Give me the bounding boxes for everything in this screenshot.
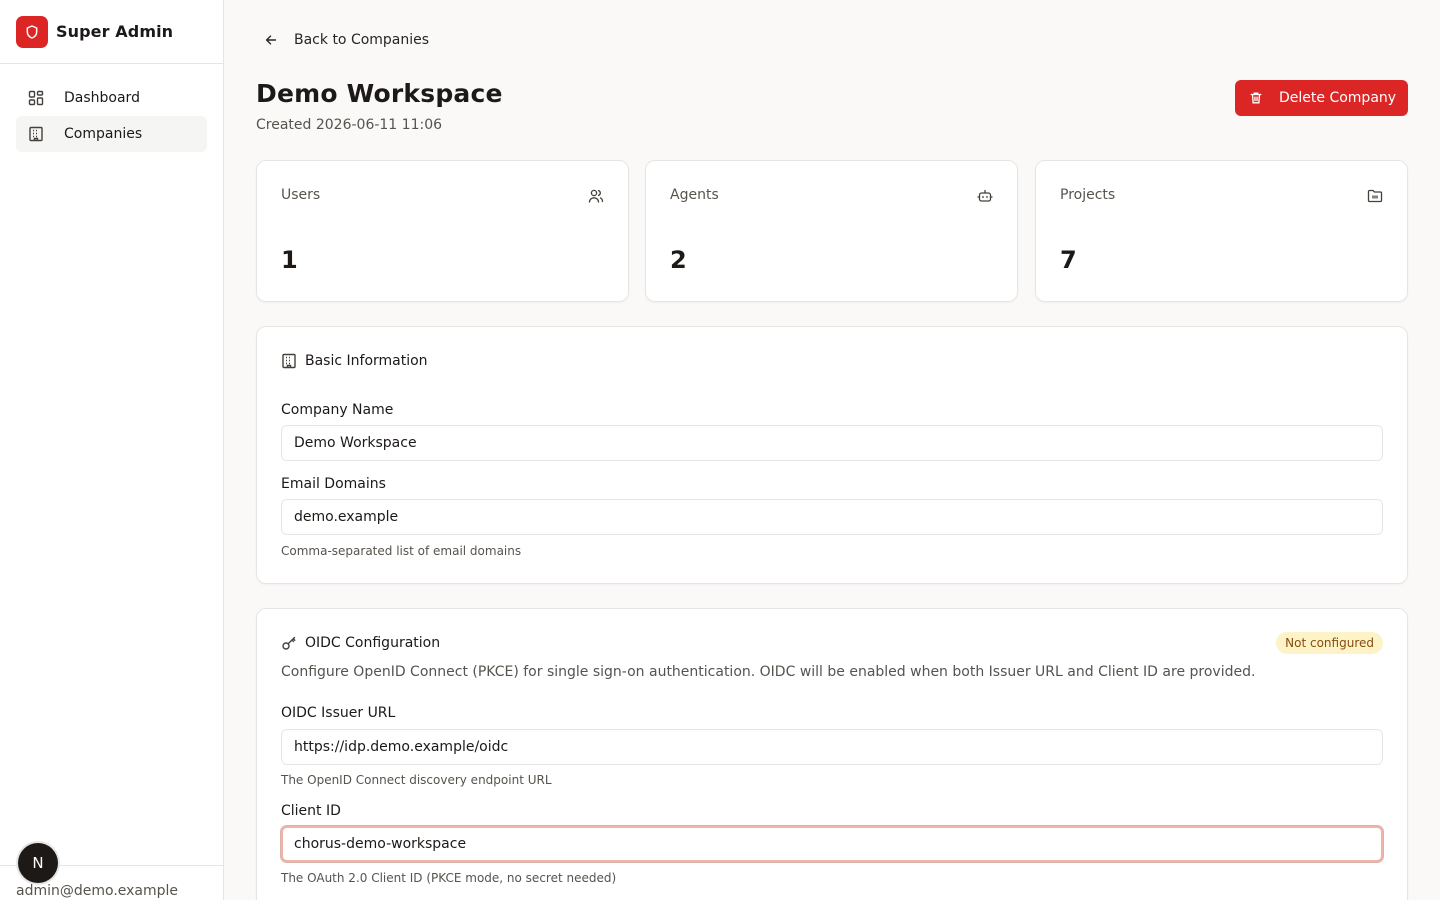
folder-icon bbox=[1367, 188, 1383, 204]
back-link-label: Back to Companies bbox=[294, 32, 430, 48]
client-id-input[interactable] bbox=[281, 826, 1383, 862]
oidc-issuer-label: OIDC Issuer URL bbox=[281, 705, 396, 721]
dashboard-grid-icon bbox=[28, 90, 44, 106]
sidebar-item-companies[interactable]: Companies bbox=[16, 116, 207, 152]
users-icon bbox=[588, 188, 604, 204]
arrow-left-icon bbox=[265, 35, 277, 45]
status-badge: Not configured bbox=[1276, 632, 1383, 654]
shield-icon bbox=[16, 15, 48, 48]
basic-information-card: Basic Information Company Name Email Dom… bbox=[256, 326, 1408, 584]
oidc-issuer-hint: The OpenID Connect discovery endpoint UR… bbox=[281, 773, 552, 787]
building-icon bbox=[282, 353, 296, 369]
bot-icon bbox=[977, 188, 993, 204]
app-title: Super Admin bbox=[56, 22, 174, 41]
created-timestamp: Created 2026-06-11 11:06 bbox=[256, 117, 443, 133]
client-id-hint: The OAuth 2.0 Client ID (PKCE mode, no s… bbox=[281, 871, 617, 885]
stat-value: 2 bbox=[670, 246, 687, 274]
main-content: Back to Companies Demo Workspace Created… bbox=[224, 0, 1440, 900]
key-icon bbox=[282, 636, 296, 650]
section-title: Basic Information bbox=[305, 353, 428, 369]
stat-card-agents: Agents 2 bbox=[645, 160, 1018, 302]
trash-icon bbox=[1250, 92, 1262, 104]
stat-card-projects: Projects 7 bbox=[1035, 160, 1408, 302]
oidc-description: Configure OpenID Connect (PKCE) for sing… bbox=[281, 664, 1256, 680]
sidebar-nav: Dashboard Companies bbox=[0, 64, 223, 152]
stat-card-users: Users 1 bbox=[256, 160, 629, 302]
stat-label: Agents bbox=[670, 187, 719, 203]
stat-value: 7 bbox=[1060, 246, 1077, 274]
email-domains-hint: Comma-separated list of email domains bbox=[281, 544, 522, 558]
oidc-issuer-input[interactable] bbox=[281, 729, 1383, 765]
brand: Super Admin bbox=[0, 0, 223, 64]
delete-company-button[interactable]: Delete Company bbox=[1235, 80, 1408, 116]
sidebar-item-dashboard[interactable]: Dashboard bbox=[16, 80, 207, 116]
avatar[interactable]: N bbox=[18, 843, 58, 883]
building-icon bbox=[28, 126, 44, 142]
sidebar-item-label: Dashboard bbox=[64, 90, 140, 106]
stat-value: 1 bbox=[281, 246, 298, 274]
sidebar: Super Admin Dashboard Companies N admin@… bbox=[0, 0, 224, 900]
user-email: admin@demo.example bbox=[16, 883, 179, 899]
back-to-companies-link[interactable]: Back to Companies bbox=[264, 30, 429, 50]
email-domains-input[interactable] bbox=[281, 499, 1383, 535]
company-name-label: Company Name bbox=[281, 402, 394, 418]
oidc-configuration-card: OIDC Configuration Not configured Config… bbox=[256, 608, 1408, 900]
page-title: Demo Workspace bbox=[256, 79, 503, 108]
stat-label: Users bbox=[281, 187, 321, 203]
section-title: OIDC Configuration bbox=[305, 635, 441, 651]
section-header: Basic Information bbox=[281, 353, 428, 369]
client-id-label: Client ID bbox=[281, 803, 341, 819]
company-name-input[interactable] bbox=[281, 425, 1383, 461]
email-domains-label: Email Domains bbox=[281, 476, 386, 492]
sidebar-item-label: Companies bbox=[64, 126, 143, 142]
delete-button-label: Delete Company bbox=[1279, 90, 1397, 106]
stat-label: Projects bbox=[1060, 187, 1116, 203]
section-header: OIDC Configuration bbox=[281, 635, 440, 651]
